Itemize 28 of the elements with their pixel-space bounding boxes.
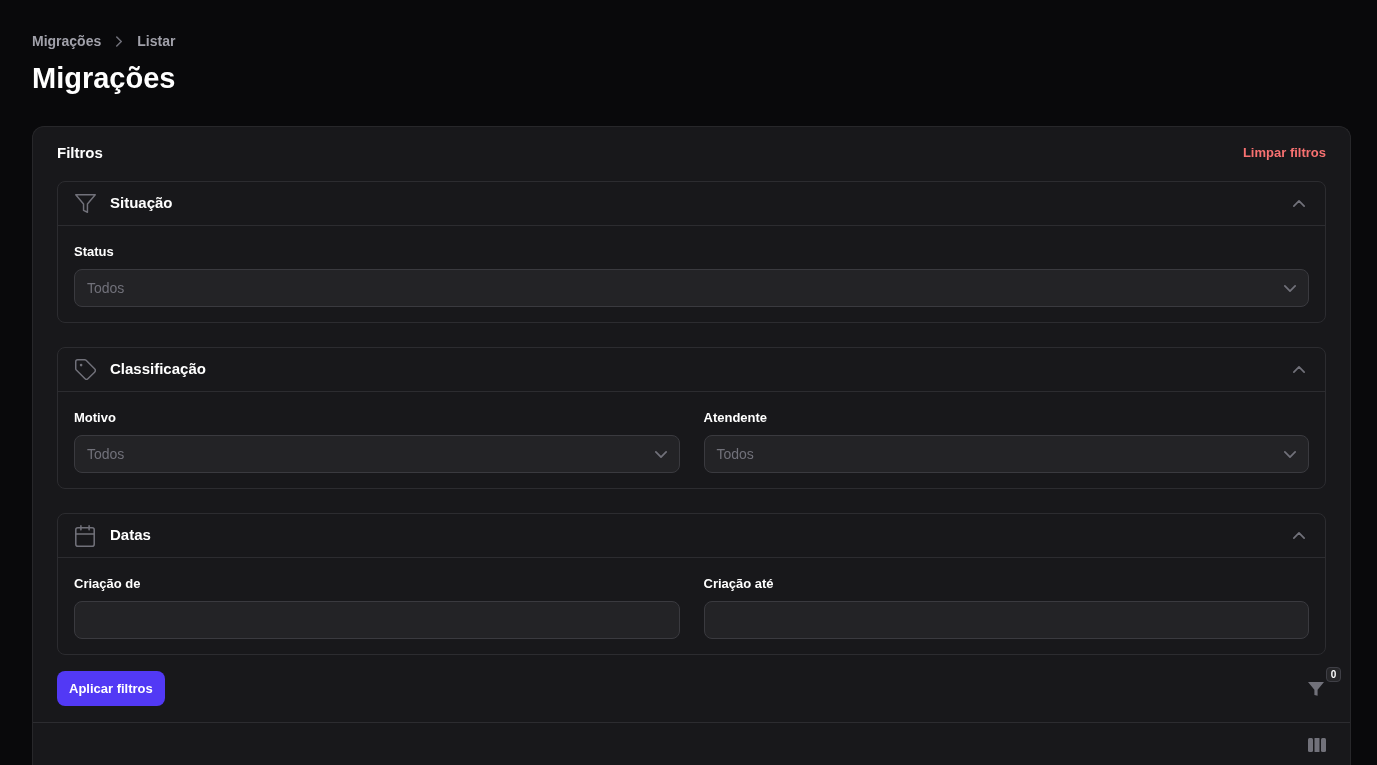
funnel-icon [74, 194, 96, 213]
calendar-icon [75, 524, 95, 547]
apply-filters-button[interactable]: Aplicar filtros [57, 671, 165, 706]
field-label: Criação até [703, 575, 775, 593]
tag-icon [74, 359, 96, 380]
breadcrumb-link[interactable]: Migrações [32, 31, 102, 51]
filter-count-badge: 0 [1326, 667, 1341, 682]
field-label: Motivo [74, 409, 117, 427]
chevron-down-icon [1284, 284, 1296, 292]
field-label: Atendente [703, 409, 769, 427]
section-header[interactable]: Datas [58, 514, 1325, 558]
date-input-field[interactable] [74, 601, 680, 639]
chevron-down-icon [1284, 450, 1296, 458]
columns-button[interactable] [1308, 737, 1326, 752]
chevron-down-icon [654, 450, 667, 458]
columns-icon [1308, 737, 1326, 752]
chevron-right-icon [116, 35, 123, 47]
page-title: Migrações [32, 61, 176, 96]
date-input-field[interactable] [703, 601, 1309, 639]
section-header[interactable]: Situação [58, 182, 1325, 226]
field-label: Status [74, 243, 115, 261]
funnel-icon [1308, 680, 1324, 697]
breadcrumb-current[interactable]: Listar [137, 31, 176, 51]
filter-button[interactable] [1308, 680, 1324, 697]
section-header[interactable]: Classificação [58, 348, 1325, 392]
field-label: Criação de [74, 575, 142, 593]
clear-filters-link[interactable]: Limpar filtros [1242, 142, 1326, 164]
filters-title: Filtros [57, 143, 103, 163]
